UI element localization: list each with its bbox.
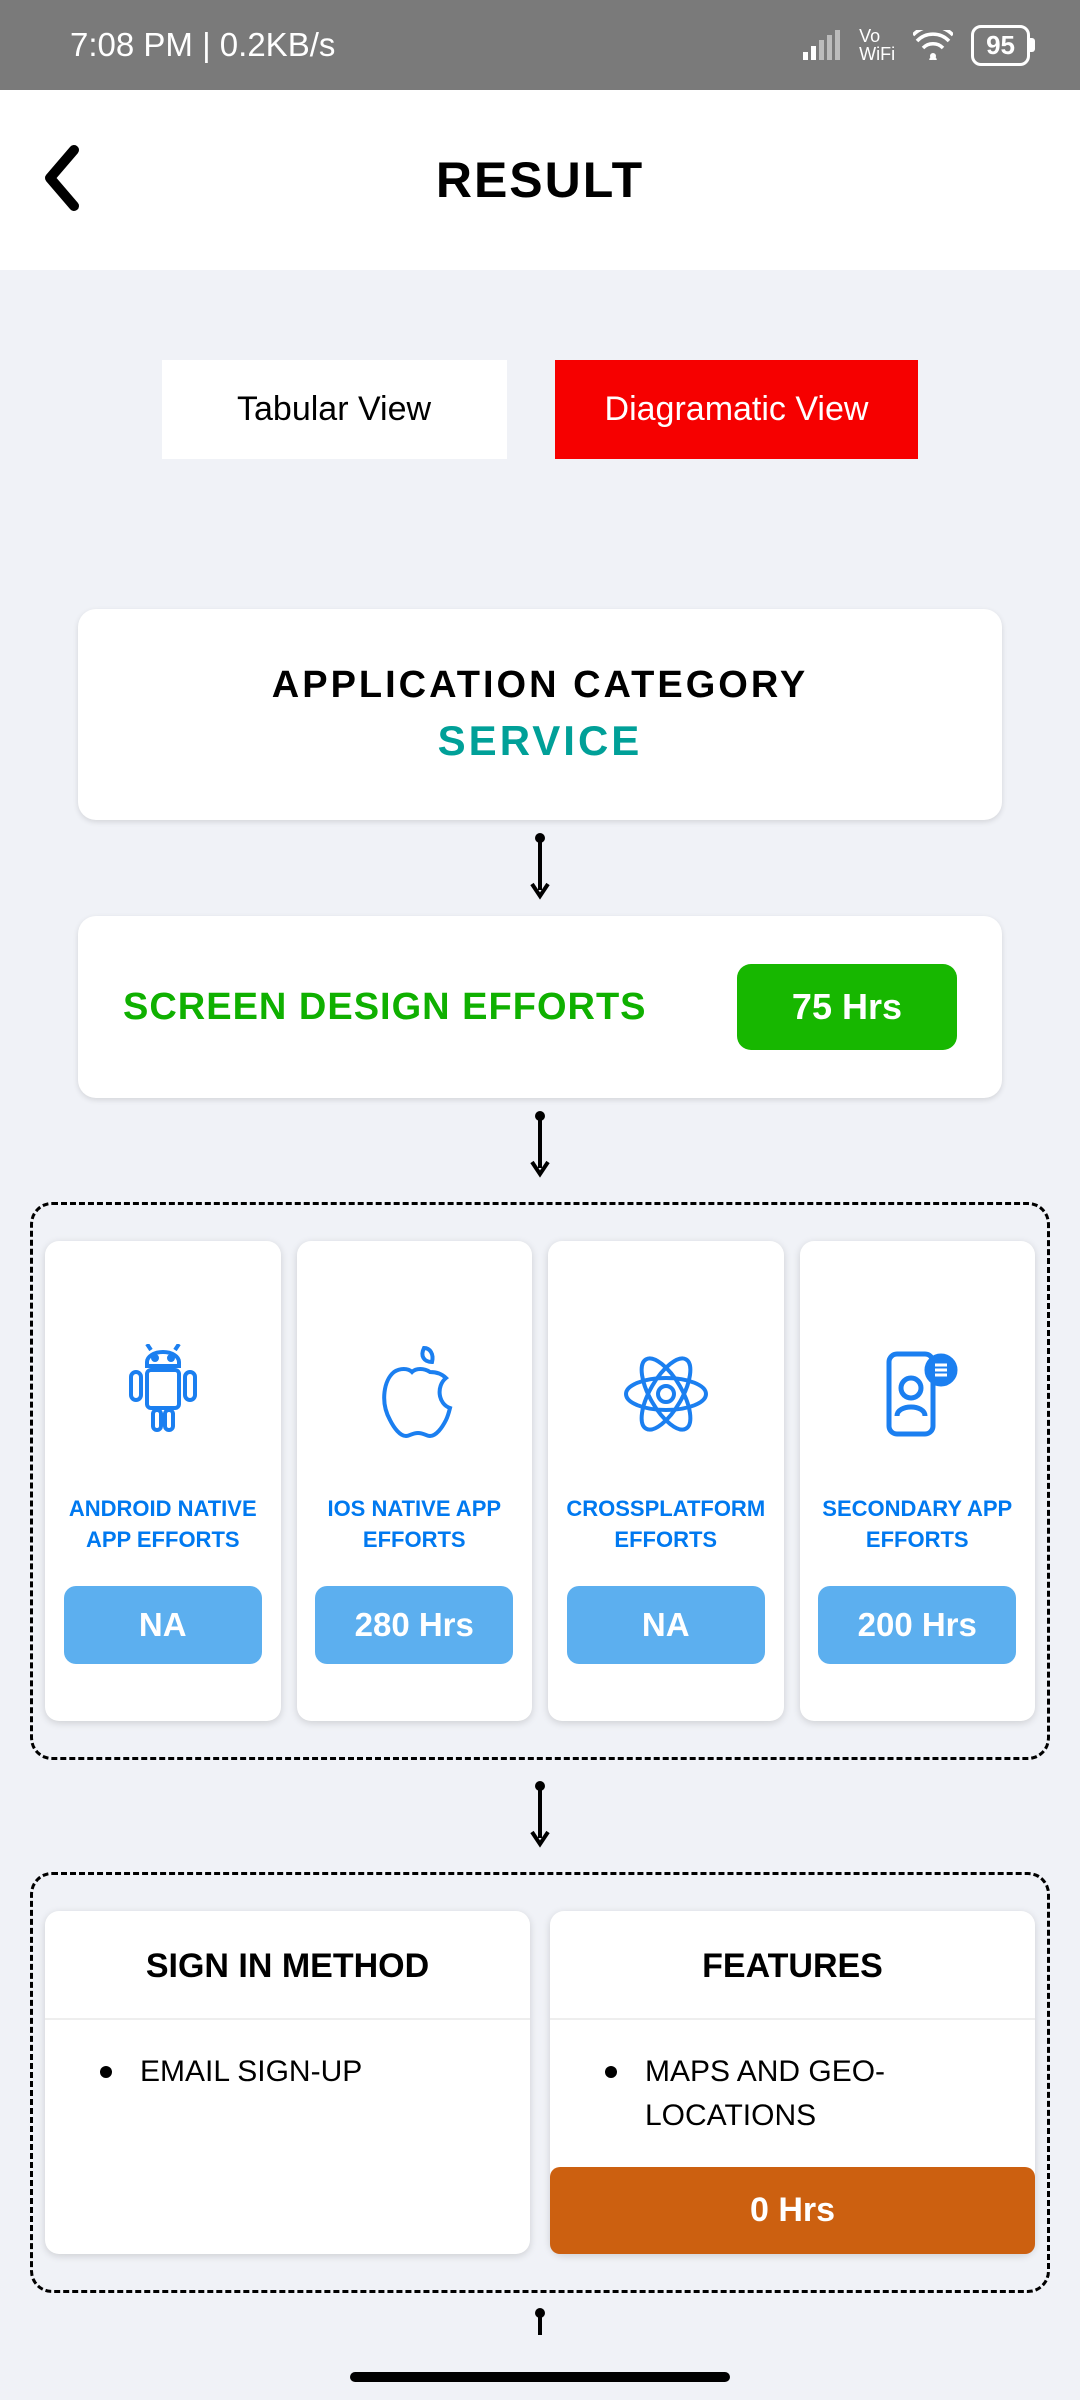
platform-badge: NA [64,1586,262,1664]
platform-label: CROSSPLATFORM EFFORTS [556,1494,776,1556]
effort-label: SCREEN DESIGN EFFORTS [123,986,647,1029]
battery-indicator: 95 [971,25,1030,66]
platform-label: IOS NATIVE APP EFFORTS [305,1494,525,1556]
features-card: FEATURES MAPS AND GEO-LOCATIONS 0 Hrs [550,1911,1035,2254]
header-bar: RESULT [0,90,1080,270]
application-category-card: APPLICATION CATEGORY SERVICE [78,609,1002,820]
status-bar: 7:08 PM | 0.2KB/s Vo WiFi 95 [0,0,1080,90]
platform-card-android: ANDROID NATIVE APP EFFORTS NA [45,1241,281,1721]
home-indicator[interactable] [350,2372,730,2382]
phone-user-icon [869,1341,965,1446]
platform-card-secondary: SECONDARY APP EFFORTS 200 Hrs [800,1241,1036,1721]
arrow-down-icon [48,1768,1032,1864]
signal-icon [803,30,841,60]
platform-badge: NA [567,1586,765,1664]
back-button[interactable] [40,144,82,217]
features-badge: 0 Hrs [550,2167,1035,2254]
content: Tabular View Diagramatic View APPLICATIO… [0,270,1080,2337]
platform-badge: 280 Hrs [315,1586,513,1664]
platforms-group: ANDROID NATIVE APP EFFORTS NA IOS NATIVE… [30,1202,1050,1760]
arrow-down-icon [48,1098,1032,1194]
apple-icon [372,1341,456,1446]
platform-card-crossplatform: CROSSPLATFORM EFFORTS NA [548,1241,784,1721]
platform-card-ios: IOS NATIVE APP EFFORTS 280 Hrs [297,1241,533,1721]
category-label: APPLICATION CATEGORY [108,664,972,707]
signin-method-card: SIGN IN METHOD EMAIL SIGN-UP [45,1911,530,2254]
wifi-icon [913,30,953,60]
platform-badge: 200 Hrs [818,1586,1016,1664]
details-group: SIGN IN METHOD EMAIL SIGN-UP FEATURES MA… [30,1872,1050,2293]
effort-badge: 75 Hrs [737,964,957,1050]
features-title: FEATURES [550,1911,1035,2020]
status-time: 7:08 PM | 0.2KB/s [70,26,335,64]
vowifi-label: Vo WiFi [859,27,895,63]
signin-item: EMAIL SIGN-UP [100,2050,505,2094]
platform-label: ANDROID NATIVE APP EFFORTS [53,1494,273,1556]
screen-design-efforts-card: SCREEN DESIGN EFFORTS 75 Hrs [78,916,1002,1098]
platform-label: SECONDARY APP EFFORTS [808,1494,1028,1556]
bullet-icon [100,2066,112,2078]
status-right: Vo WiFi 95 [803,25,1030,66]
view-tabs: Tabular View Diagramatic View [48,360,1032,459]
signin-title: SIGN IN METHOD [45,1911,530,2020]
page-title: RESULT [40,151,1040,209]
android-icon [117,1341,209,1446]
arrow-down-icon [48,2301,1032,2337]
features-item: MAPS AND GEO-LOCATIONS [605,2050,1010,2137]
category-value: SERVICE [108,717,972,765]
tab-diagramatic[interactable]: Diagramatic View [555,360,919,459]
arrow-down-icon [48,820,1032,916]
atom-icon [618,1341,714,1446]
tab-tabular[interactable]: Tabular View [162,360,507,459]
bullet-icon [605,2066,617,2078]
